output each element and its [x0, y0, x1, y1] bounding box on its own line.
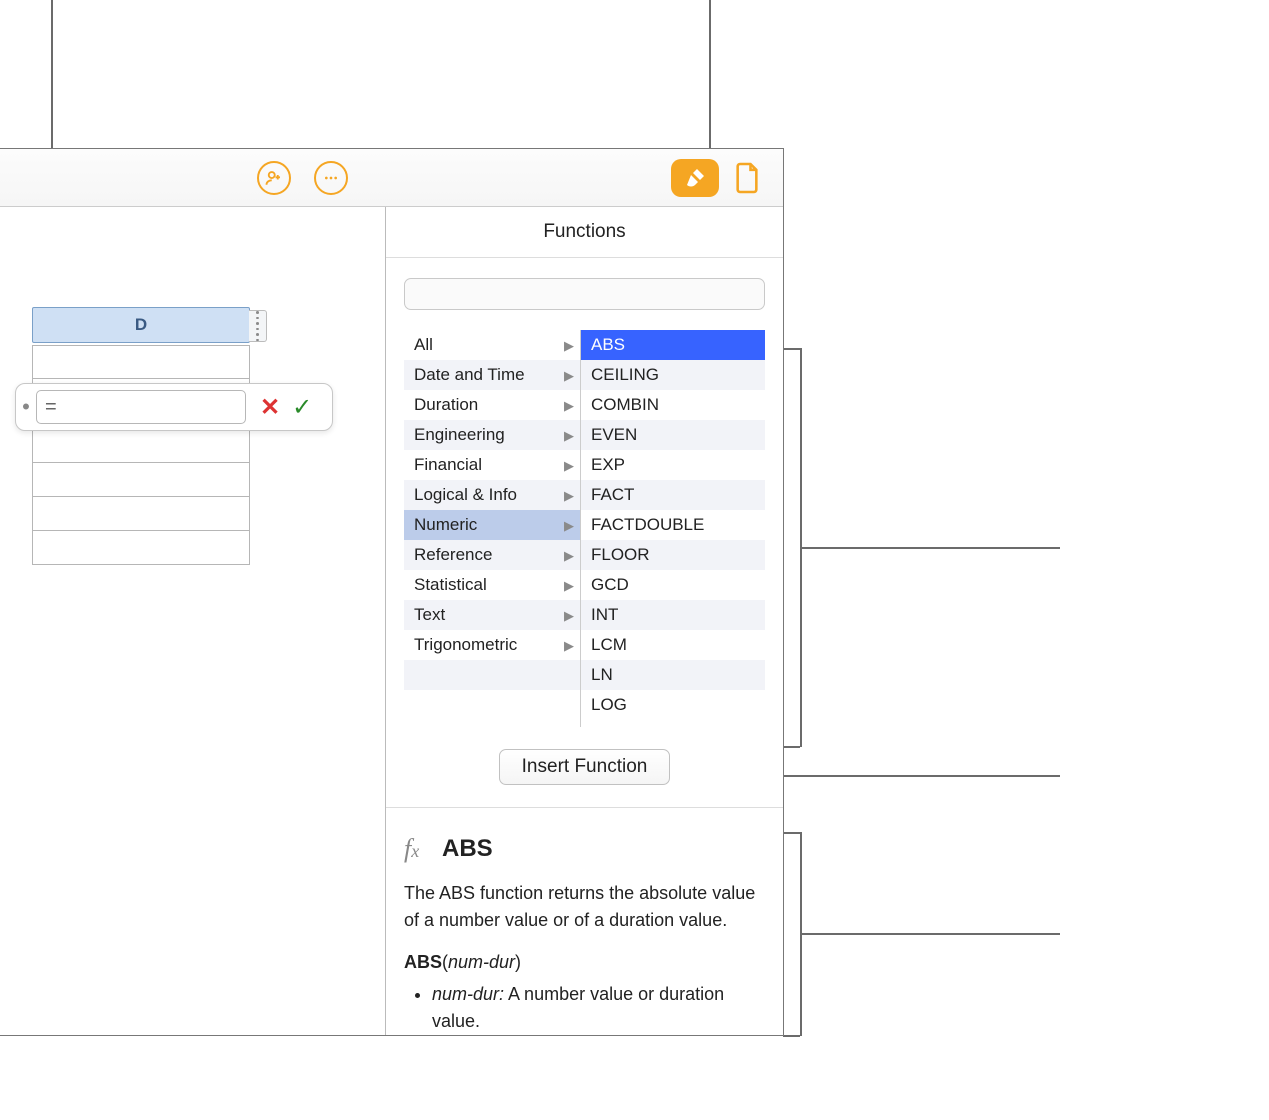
add-user-icon — [257, 161, 291, 195]
callout-line-toolbar — [709, 0, 711, 155]
formula-input-value: = — [45, 396, 57, 419]
function-item[interactable]: FACT — [581, 480, 765, 510]
category-item[interactable]: Trigonometric▶ — [404, 630, 580, 660]
function-search-input[interactable] — [404, 278, 765, 310]
function-item[interactable]: EXP — [581, 450, 765, 480]
function-item[interactable]: LOG — [581, 690, 765, 720]
callout-line-detail-h2 — [783, 1035, 800, 1037]
collaborate-button[interactable] — [257, 161, 291, 195]
more-icon — [314, 161, 348, 195]
category-item[interactable]: Financial▶ — [404, 450, 580, 480]
function-item[interactable]: INT — [581, 600, 765, 630]
document-icon — [733, 161, 761, 195]
function-signature: ABS(num-dur) — [404, 952, 765, 973]
chevron-right-icon: ▶ — [564, 608, 574, 624]
fx-icon: fx — [404, 834, 432, 864]
format-button[interactable] — [671, 159, 719, 197]
paintbrush-icon — [683, 166, 707, 190]
chevron-right-icon: ▶ — [564, 338, 574, 354]
toolbar — [0, 149, 783, 207]
insert-function-label: Insert Function — [522, 756, 648, 777]
chevron-right-icon: ▶ — [564, 368, 574, 384]
callout-line-detail-h1 — [783, 832, 800, 834]
app-window: D • = ✕ ✓ Functions — [0, 148, 784, 1036]
chevron-right-icon: ▶ — [564, 638, 574, 654]
category-item[interactable]: Text▶ — [404, 600, 580, 630]
chevron-right-icon: ▶ — [564, 548, 574, 564]
function-item[interactable]: COMBIN — [581, 390, 765, 420]
cell-d5[interactable] — [32, 463, 250, 497]
callout-line-detail-h3 — [800, 933, 1060, 935]
function-item[interactable]: CEILING — [581, 360, 765, 390]
column-header-d[interactable]: D — [32, 307, 250, 343]
accept-formula-button[interactable]: ✓ — [292, 393, 312, 422]
cell-d2[interactable] — [32, 345, 250, 379]
chevron-right-icon: ▶ — [564, 428, 574, 444]
spreadsheet-canvas[interactable]: D • = ✕ ✓ — [0, 207, 386, 1035]
function-detail-description: The ABS function returns the absolute va… — [404, 880, 765, 934]
document-button[interactable] — [733, 161, 761, 200]
category-item[interactable]: All▶ — [404, 330, 580, 360]
function-detail: fx ABS The ABS function returns the abso… — [386, 808, 783, 1035]
category-item[interactable]: Logical & Info▶ — [404, 480, 580, 510]
formula-editor: • = ✕ ✓ — [15, 383, 333, 431]
function-item[interactable]: GCD — [581, 570, 765, 600]
insert-function-button[interactable]: Insert Function — [499, 749, 671, 785]
chevron-right-icon: ▶ — [564, 488, 574, 504]
category-item[interactable]: Duration▶ — [404, 390, 580, 420]
category-item[interactable]: Reference▶ — [404, 540, 580, 570]
category-item[interactable]: Date and Time▶ — [404, 360, 580, 390]
formula-input[interactable]: = — [36, 390, 246, 424]
cell-d6[interactable] — [32, 497, 250, 531]
function-item[interactable]: LCM — [581, 630, 765, 660]
cell-d7[interactable] — [32, 531, 250, 565]
panel-title: Functions — [386, 207, 783, 258]
argument-list: num-dur: A number value or duration valu… — [404, 981, 765, 1035]
category-item[interactable]: Engineering▶ — [404, 420, 580, 450]
more-button[interactable] — [314, 161, 348, 195]
category-item[interactable]: Numeric▶ — [404, 510, 580, 540]
chevron-right-icon: ▶ — [564, 518, 574, 534]
chevron-right-icon: ▶ — [564, 458, 574, 474]
column-resize-handle[interactable] — [249, 310, 267, 342]
cancel-formula-button[interactable]: ✕ — [260, 393, 280, 422]
function-item[interactable]: FLOOR — [581, 540, 765, 570]
cell-d4[interactable] — [32, 429, 250, 463]
argument-item: num-dur: A number value or duration valu… — [432, 981, 765, 1035]
functions-panel: Functions All▶Date and Time▶Duration▶Eng… — [386, 207, 783, 1035]
function-browser: All▶Date and Time▶Duration▶Engineering▶F… — [404, 330, 765, 727]
function-item[interactable]: LN — [581, 660, 765, 690]
function-item[interactable]: ABS — [581, 330, 765, 360]
function-item[interactable]: FACTDOUBLE — [581, 510, 765, 540]
formula-handle-icon[interactable]: • — [16, 394, 36, 420]
category-list[interactable]: All▶Date and Time▶Duration▶Engineering▶F… — [404, 330, 580, 727]
function-item[interactable]: EVEN — [581, 420, 765, 450]
cells — [32, 345, 250, 565]
category-item[interactable]: Statistical▶ — [404, 570, 580, 600]
chevron-right-icon: ▶ — [564, 578, 574, 594]
function-detail-name: ABS — [442, 835, 493, 863]
callout-line-browser-h3 — [800, 547, 1060, 549]
chevron-right-icon: ▶ — [564, 398, 574, 414]
function-list[interactable]: ABSCEILINGCOMBINEVENEXPFACTFACTDOUBLEFLO… — [580, 330, 765, 727]
column-header-label: D — [135, 315, 147, 335]
